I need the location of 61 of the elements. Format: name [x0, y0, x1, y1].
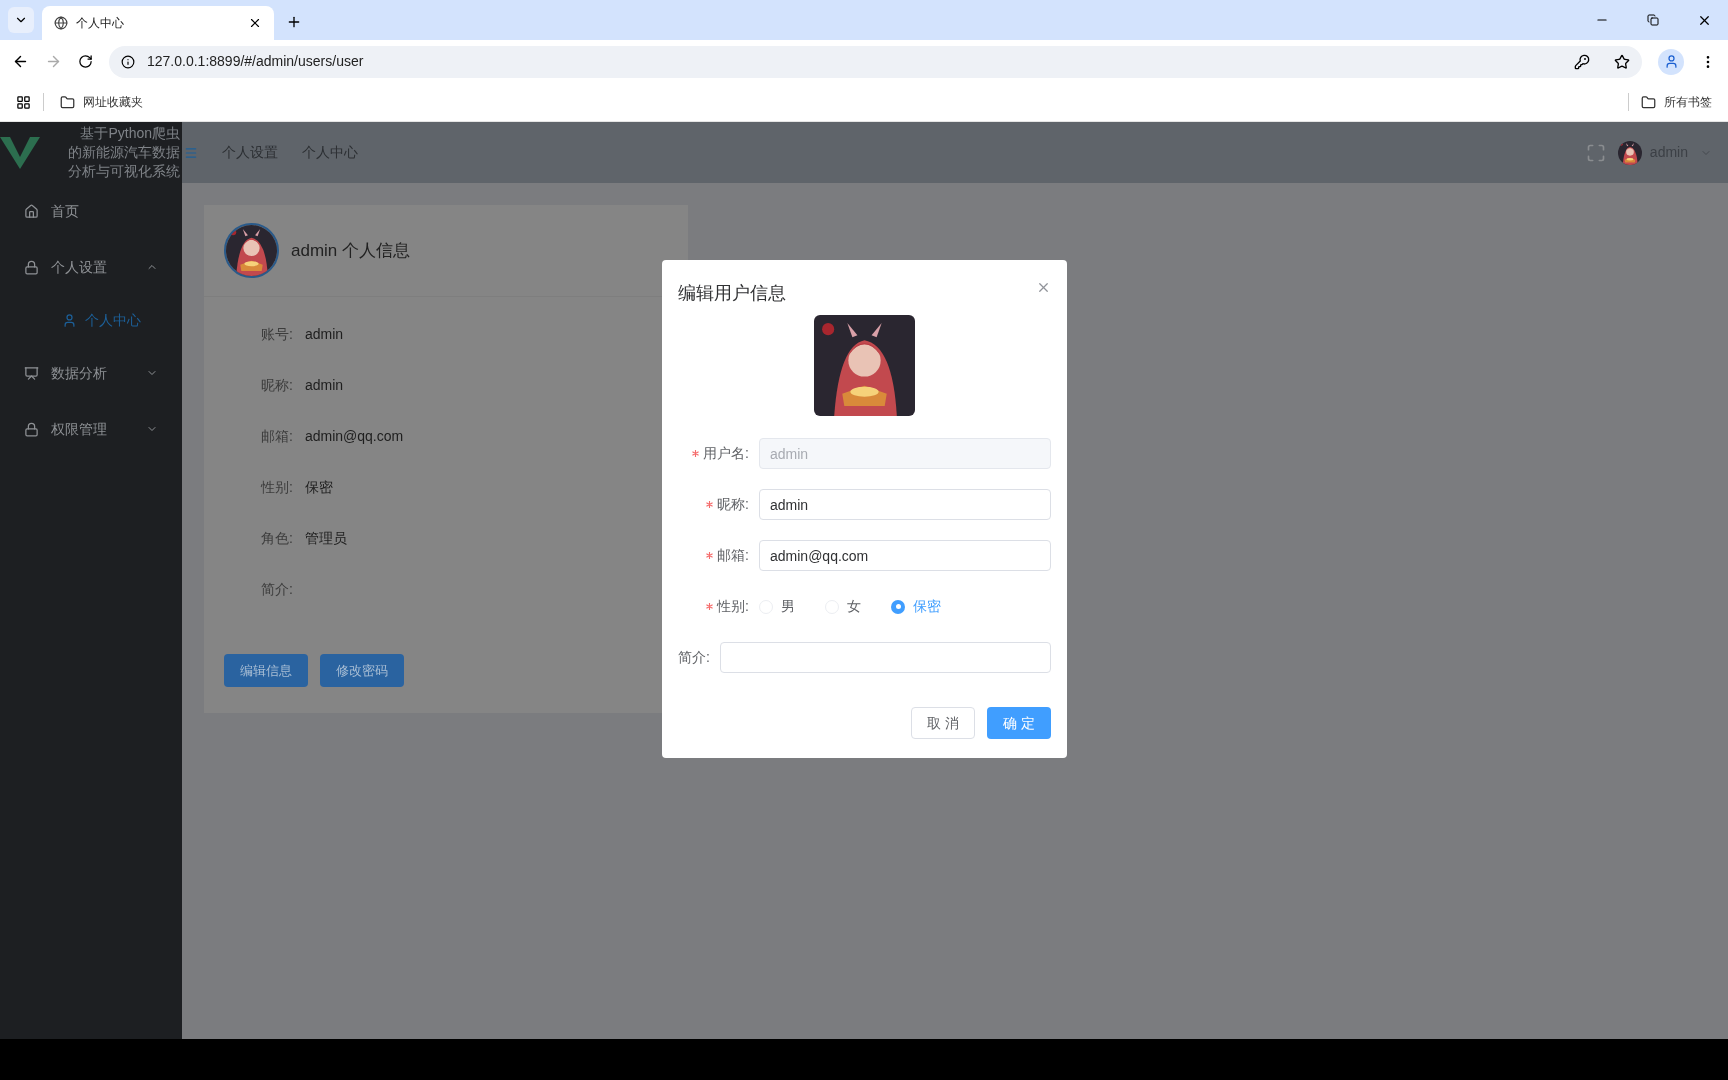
form-label: 邮箱:	[717, 546, 749, 565]
field-value: 管理员	[304, 529, 347, 548]
browser-tab[interactable]: 个人中心	[42, 6, 274, 40]
reload-icon[interactable]	[78, 54, 93, 69]
sidebar-item[interactable]: 权限管理	[0, 401, 182, 457]
field-label: 简介:	[261, 580, 293, 599]
bookmark-folder[interactable]: 网址收藏夹	[56, 93, 147, 111]
tab-search-button[interactable]	[8, 7, 34, 33]
radio-option[interactable]: 保密	[891, 596, 941, 617]
sidebar-item[interactable]: 首页	[0, 183, 182, 239]
globe-icon	[54, 16, 68, 30]
form-label: 昵称:	[717, 495, 749, 514]
home-icon	[24, 203, 39, 219]
cancel-button[interactable]: 取 消	[911, 707, 975, 739]
profile-icon[interactable]	[1658, 48, 1684, 75]
sidebar-item[interactable]: 数据分析	[0, 345, 182, 401]
field-value: admin	[304, 376, 344, 395]
radio-option[interactable]: 女	[825, 596, 861, 617]
field-label: 账号:	[261, 325, 293, 344]
field-value: 保密	[304, 478, 333, 497]
form-label: 简介:	[678, 648, 710, 667]
logo-icon	[0, 134, 40, 171]
sidebar-item[interactable]: 个人设置	[0, 239, 182, 295]
confirm-button[interactable]: 确 定	[987, 707, 1051, 739]
close-icon[interactable]	[1036, 280, 1051, 295]
field-label: 角色:	[261, 529, 293, 548]
dialog-title: 编辑用户信息	[678, 282, 787, 305]
field-label: 邮箱:	[261, 427, 293, 446]
chart-icon	[24, 365, 39, 381]
card-title: admin 个人信息	[291, 239, 411, 262]
field-value: admin	[304, 325, 344, 344]
back-icon[interactable]	[12, 53, 29, 70]
form-label: 性别:	[717, 597, 749, 616]
site-info-icon[interactable]	[121, 54, 135, 69]
field-label: 昵称:	[261, 376, 293, 395]
app-title: 基于Python爬虫 的新能源汽车数据 分析与可视化系统	[68, 124, 180, 181]
card-button[interactable]: 修改密码	[320, 654, 404, 687]
text-field[interactable]: admin@qq.com	[759, 540, 1051, 571]
close-tab-icon[interactable]	[248, 16, 262, 30]
form-label: 用户名:	[703, 444, 749, 463]
key-icon[interactable]	[1574, 53, 1590, 70]
all-bookmarks-button[interactable]: 所有书签	[1641, 93, 1712, 111]
radio-option[interactable]: 男	[759, 596, 795, 617]
intro-field[interactable]	[719, 642, 1051, 673]
address-bar[interactable]: 127.0.0.1:8899/#/admin/users/user	[109, 45, 1642, 78]
user-icon	[62, 312, 77, 328]
apps-icon[interactable]	[16, 94, 31, 110]
tab-title: 个人中心	[76, 15, 125, 32]
lock-icon	[24, 259, 39, 275]
field-label: 性别:	[261, 478, 293, 497]
text-field[interactable]: admin	[759, 489, 1051, 520]
field-value: admin@qq.com	[304, 427, 404, 446]
card-button[interactable]: 编辑信息	[224, 654, 308, 687]
menu-toggle-icon[interactable]	[184, 145, 198, 160]
lock-icon	[24, 421, 39, 437]
url-text: 127.0.0.1:8899/#/admin/users/user	[147, 52, 365, 71]
bookmark-star-icon[interactable]	[1614, 53, 1630, 70]
new-tab-icon[interactable]	[286, 14, 302, 30]
restore-icon[interactable]	[1647, 14, 1659, 26]
folder-icon	[1641, 94, 1656, 110]
folder-icon	[60, 94, 75, 110]
